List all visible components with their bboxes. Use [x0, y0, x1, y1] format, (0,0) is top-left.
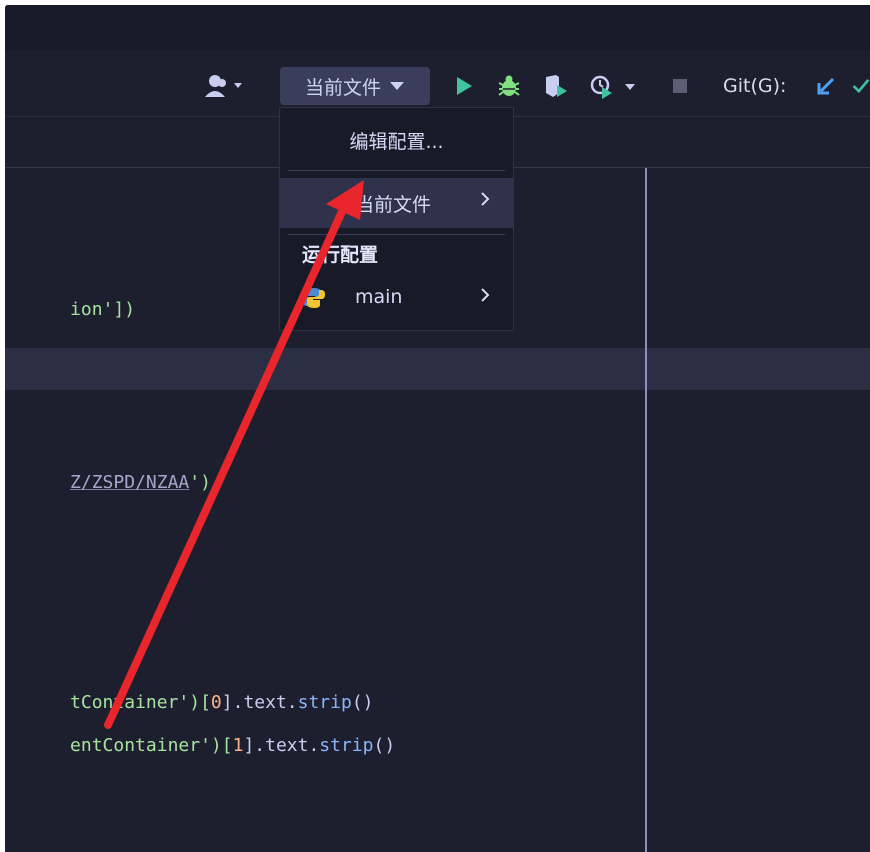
annotation-arrow: [104, 180, 364, 729]
